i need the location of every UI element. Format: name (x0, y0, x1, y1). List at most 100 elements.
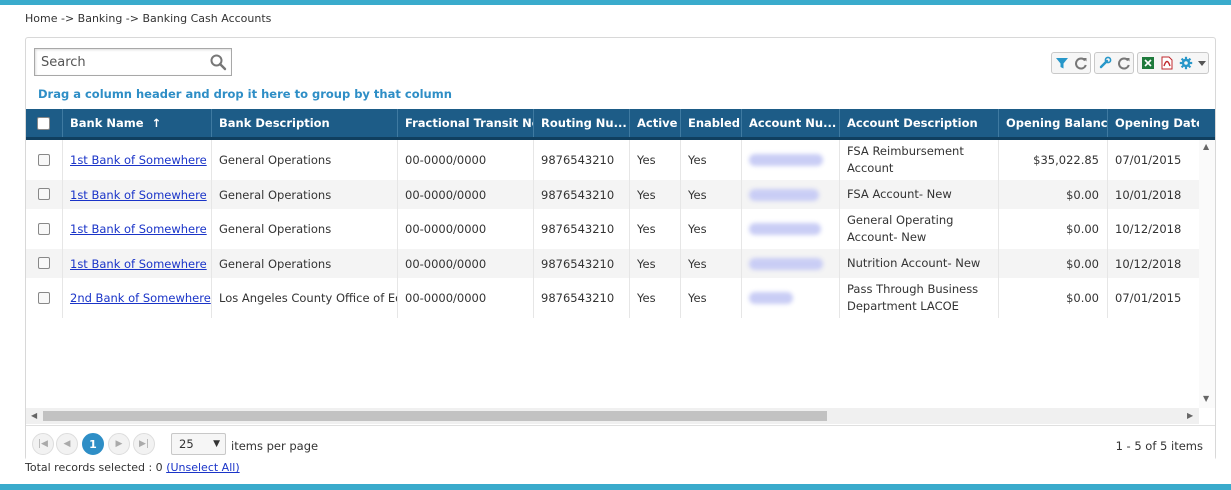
scroll-right-icon[interactable]: ▶ (1187, 411, 1193, 420)
opening-date-cell: 07/01/2015 (1107, 140, 1199, 180)
opening-date-cell: 10/12/2018 (1107, 209, 1199, 249)
bank-name-link[interactable]: 1st Bank of Somewhere (70, 153, 207, 167)
enabled-cell: Yes (680, 209, 741, 249)
settings-group (1094, 52, 1134, 74)
column-header-routing-number[interactable]: Routing Nu... (533, 109, 629, 137)
column-header-enabled[interactable]: Enabled (680, 109, 741, 137)
opening-date-cell: 10/01/2018 (1107, 180, 1199, 209)
active-cell: Yes (629, 180, 680, 209)
account-description-cell: General Operating Account- New (839, 209, 998, 249)
grid-panel: Drag a column header and drop it here to… (25, 37, 1216, 460)
opening-balance-cell: $0.00 (998, 249, 1107, 278)
group-by-hint[interactable]: Drag a column header and drop it here to… (38, 87, 452, 101)
pager: |◀ ◀ 1 ▶ ▶| 25 ▼ items per page 1 - 5 of… (26, 425, 1215, 460)
bank-name-cell: 1st Bank of Somewhere (62, 180, 211, 209)
excel-icon[interactable] (1138, 53, 1157, 73)
selection-summary: Total records selected : 0 (Unselect All… (25, 461, 240, 474)
bank-description-cell: General Operations (211, 140, 397, 180)
search-input[interactable] (35, 49, 205, 75)
account-number-cell (741, 209, 839, 249)
enabled-cell: Yes (680, 180, 741, 209)
routing-cell: 9876543210 (533, 140, 629, 180)
chevron-down-icon[interactable] (1195, 53, 1208, 73)
top-accent-bar (0, 0, 1231, 5)
column-header-bank-name[interactable]: Bank Name ↑ (62, 109, 211, 137)
wrench-icon[interactable] (1095, 53, 1114, 73)
page-size-value: 25 (179, 437, 194, 451)
account-number-cell (741, 249, 839, 278)
opening-date-cell: 07/01/2015 (1107, 278, 1199, 318)
filter-icon[interactable] (1052, 53, 1071, 73)
enabled-cell: Yes (680, 140, 741, 180)
row-checkbox[interactable] (38, 257, 50, 269)
column-header-opening-date[interactable]: Opening Date (1107, 109, 1199, 137)
select-all-checkbox[interactable] (37, 117, 50, 130)
redacted-account-number (749, 223, 821, 235)
redacted-account-number (749, 257, 823, 270)
column-header-bank-description[interactable]: Bank Description (211, 109, 397, 137)
active-cell: Yes (629, 278, 680, 318)
row-checkbox[interactable] (38, 292, 50, 304)
bank-description-cell: General Operations (211, 180, 397, 209)
fractional-cell: 00-0000/0000 (397, 209, 533, 249)
page-number-current[interactable]: 1 (82, 433, 104, 455)
account-number-cell (741, 140, 839, 180)
opening-balance-cell: $0.00 (998, 278, 1107, 318)
column-header-active[interactable]: Active (629, 109, 680, 137)
selection-count-label: Total records selected : 0 (25, 461, 163, 474)
horizontal-scroll-thumb[interactable] (43, 411, 827, 421)
bank-name-cell: 1st Bank of Somewhere (62, 140, 211, 180)
grid-body[interactable]: 1st Bank of Somewhere General Operations… (26, 140, 1199, 408)
refresh-icon[interactable] (1114, 53, 1133, 73)
first-page-icon[interactable]: |◀ (32, 433, 54, 455)
export-group (1137, 52, 1209, 74)
scroll-up-icon[interactable]: ▲ (1203, 142, 1209, 151)
routing-cell: 9876543210 (533, 180, 629, 209)
column-header-account-number[interactable]: Account Nu... (741, 109, 839, 137)
bank-name-link[interactable]: 1st Bank of Somewhere (70, 257, 207, 271)
table-row[interactable]: 1st Bank of Somewhere General Operations… (26, 180, 1199, 209)
page-size-select[interactable]: 25 ▼ (171, 433, 226, 455)
breadcrumb: Home -> Banking -> Banking Cash Accounts (25, 12, 272, 25)
column-header-fractional-transit[interactable]: Fractional Transit No. (397, 109, 533, 137)
opening-date-cell: 10/12/2018 (1107, 249, 1199, 278)
last-page-icon[interactable]: ▶| (133, 433, 155, 455)
active-cell: Yes (629, 209, 680, 249)
row-checkbox[interactable] (38, 188, 50, 200)
row-checkbox[interactable] (38, 154, 50, 166)
vertical-scrollbar[interactable]: ▲ ▼ (1199, 140, 1215, 408)
next-page-icon[interactable]: ▶ (108, 433, 130, 455)
unselect-all-link[interactable]: (Unselect All) (166, 461, 239, 474)
bank-name-link[interactable]: 1st Bank of Somewhere (70, 222, 207, 236)
bank-name-link[interactable]: 2nd Bank of Somewhere (70, 291, 211, 305)
horizontal-scrollbar[interactable]: ◀ ▶ (26, 408, 1199, 424)
fractional-cell: 00-0000/0000 (397, 278, 533, 318)
account-description-cell: FSA Account- New (839, 180, 998, 209)
scroll-down-icon[interactable]: ▼ (1203, 394, 1209, 403)
column-header-account-description[interactable]: Account Description (839, 109, 998, 137)
previous-page-icon[interactable]: ◀ (56, 433, 78, 455)
bank-name-link[interactable]: 1st Bank of Somewhere (70, 188, 207, 202)
search-box[interactable] (34, 48, 232, 76)
items-per-page-label: items per page (231, 439, 319, 453)
scroll-left-icon[interactable]: ◀ (31, 411, 37, 420)
enabled-cell: Yes (680, 278, 741, 318)
redacted-account-number (749, 292, 793, 304)
opening-balance-cell: $0.00 (998, 209, 1107, 249)
table-row[interactable]: 1st Bank of Somewhere General Operations… (26, 249, 1199, 278)
column-label: Bank Name (70, 116, 144, 130)
refresh-icon[interactable] (1071, 53, 1090, 73)
gear-icon[interactable] (1176, 53, 1195, 73)
table-row[interactable]: 2nd Bank of Somewhere Los Angeles County… (26, 278, 1199, 318)
pager-info: 1 - 5 of 5 items (1115, 439, 1203, 453)
search-icon[interactable] (209, 53, 227, 71)
bank-description-cell: Los Angeles County Office of Ed (211, 278, 397, 318)
table-row[interactable]: 1st Bank of Somewhere General Operations… (26, 140, 1199, 180)
fractional-cell: 00-0000/0000 (397, 140, 533, 180)
table-row[interactable]: 1st Bank of Somewhere General Operations… (26, 209, 1199, 249)
row-checkbox[interactable] (38, 223, 50, 235)
pdf-icon[interactable] (1157, 53, 1176, 73)
account-description-cell: Pass Through Business Department LACOE (839, 278, 998, 318)
redacted-account-number (749, 188, 819, 201)
column-header-opening-balance[interactable]: Opening Balance (998, 109, 1107, 137)
